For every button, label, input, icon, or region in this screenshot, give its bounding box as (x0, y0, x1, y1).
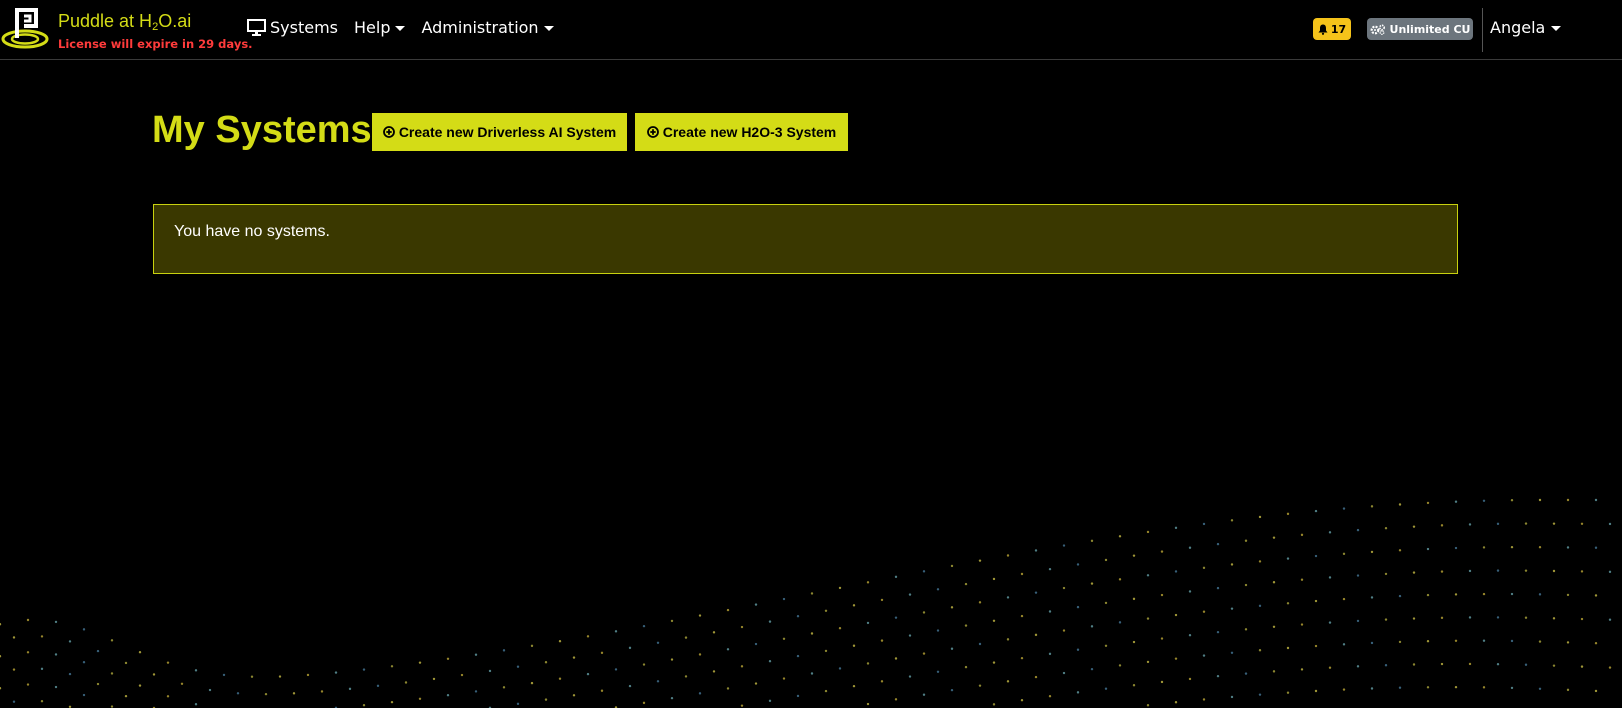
page-title: My Systems (152, 109, 372, 151)
main-nav: Systems Help Administration (247, 17, 570, 39)
create-h2o3-system-label: Create new H2O-3 System (662, 124, 837, 140)
monitor-icon (247, 19, 266, 36)
empty-systems-message: You have no systems. (174, 223, 330, 240)
plus-circle-icon (646, 126, 659, 138)
license-expiry-notice: License will expire in 29 days. (58, 37, 253, 51)
user-name: Angela (1490, 18, 1546, 37)
puddle-logo-icon (1, 8, 49, 49)
gears-icon (1370, 23, 1385, 35)
nav-systems-label: Systems (270, 18, 338, 37)
nav-systems[interactable]: Systems (247, 17, 338, 39)
caret-down-icon (395, 25, 406, 31)
empty-systems-alert: You have no systems. (153, 204, 1458, 274)
create-h2o3-system-button[interactable]: Create new H2O-3 System (635, 113, 848, 151)
notifications-badge[interactable]: 17 (1313, 18, 1351, 40)
compute-units-label: Unlimited CU (1389, 22, 1471, 36)
create-driverless-ai-system-label: Create new Driverless AI System (398, 124, 617, 140)
create-driverless-ai-system-button[interactable]: Create new Driverless AI System (372, 113, 627, 151)
nav-help-dropdown[interactable]: Help (354, 17, 406, 39)
plus-circle-icon (382, 126, 395, 138)
nav-divider (1482, 8, 1483, 52)
brand-name: Puddle at H2O.ai (58, 11, 192, 33)
nav-administration-dropdown[interactable]: Administration (421, 17, 554, 39)
nav-help-label: Help (354, 18, 391, 37)
top-navbar: Puddle at H2O.ai License will expire in … (0, 0, 1622, 60)
user-menu-dropdown[interactable]: Angela (1490, 17, 1562, 39)
compute-units-badge[interactable]: Unlimited CU (1367, 18, 1473, 40)
caret-down-icon (1551, 25, 1562, 31)
decorative-dot-wave (0, 498, 1612, 708)
brand[interactable]: Puddle at H2O.ai License will expire in … (0, 4, 253, 52)
caret-down-icon (543, 25, 554, 31)
bell-icon (1318, 24, 1328, 35)
notifications-count: 17 (1330, 22, 1347, 36)
nav-administration-label: Administration (421, 18, 539, 37)
